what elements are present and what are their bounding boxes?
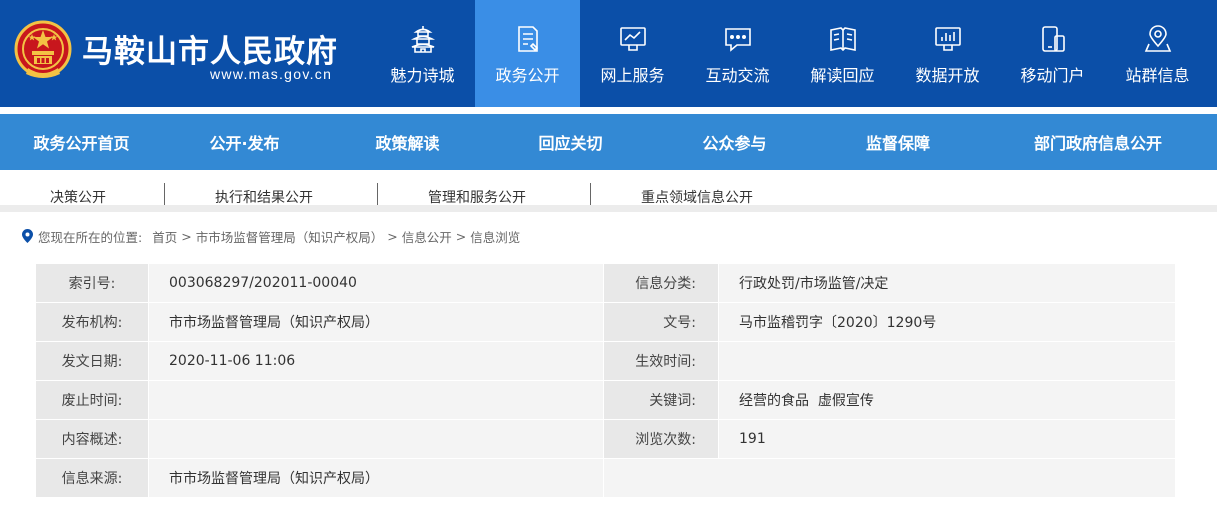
subnav-item-execution[interactable]: 执行和结果公开 (215, 187, 313, 207)
label-keywords: 关键词: (603, 380, 719, 420)
table-row: 内容概述: 浏览次数: 191 (35, 419, 1176, 459)
label-effective-date: 生效时间: (603, 341, 719, 381)
label-publisher: 发布机构: (35, 302, 149, 342)
table-row: 信息来源: 市市场监督管理局（知识产权局） (35, 458, 1176, 498)
breadcrumb-department[interactable]: 市市场监督管理局（知识产权局） (196, 227, 384, 246)
subnav-item-decision[interactable]: 决策公开 (50, 187, 106, 207)
chat-icon (724, 28, 751, 52)
subnav-divider (590, 183, 591, 206)
value-keywords: 经营的食品 虚假宣传 (718, 380, 1176, 420)
top-navigation: 魅力诗城 政务公开 网上服务 互动交流 解读回应 数据开放 移动门户 站群信息 (370, 0, 1210, 107)
secnav-item-response[interactable]: 回应关切 (489, 114, 652, 170)
topnav-label: 互动交流 (705, 66, 770, 85)
secnav-item-home[interactable]: 政务公开首页 (0, 114, 163, 170)
label-source: 信息来源: (35, 458, 149, 498)
breadcrumb-home[interactable]: 首页 (152, 227, 177, 246)
pagoda-icon (410, 26, 435, 53)
topnav-label: 移动门户 (1020, 66, 1085, 85)
value-info-category: 行政处罚/市场监管/决定 (718, 263, 1176, 303)
label-summary: 内容概述: (35, 419, 149, 459)
topnav-item-mobile-portal[interactable]: 移动门户 (1000, 0, 1105, 107)
value-source: 市市场监督管理局（知识产权局） (148, 458, 604, 498)
document-icon (517, 26, 538, 52)
value-issue-date: 2020-11-06 11:06 (148, 341, 604, 381)
topnav-label: 站群信息 (1125, 66, 1190, 85)
location-icon (1144, 25, 1171, 52)
breadcrumb-prefix: 您现在所在的位置: (38, 229, 143, 245)
breadcrumb-info-browse[interactable]: 信息浏览 (470, 227, 520, 246)
breadcrumb-info-open[interactable]: 信息公开 (402, 227, 452, 246)
content-divider (0, 205, 1217, 212)
table-row: 废止时间: 关键词: 经营的食品 虚假宣传 (35, 380, 1176, 420)
label-index-number: 索引号: (35, 263, 149, 303)
secnav-item-department-info[interactable]: 部门政府信息公开 (979, 114, 1217, 170)
topnav-label: 魅力诗城 (390, 66, 455, 85)
label-issue-date: 发文日期: (35, 341, 149, 381)
table-row: 发布机构: 市市场监督管理局（知识产权局） 文号: 马市监稽罚字〔2020〕12… (35, 302, 1176, 342)
topnav-item-interpretation[interactable]: 解读回应 (790, 0, 895, 107)
value-summary (148, 419, 604, 459)
breadcrumb-separator: > (387, 228, 398, 244)
label-document-number: 文号: (603, 302, 719, 342)
national-emblem-icon[interactable] (14, 20, 72, 82)
topnav-label: 网上服务 (600, 66, 665, 85)
breadcrumb-separator: > (455, 228, 467, 244)
topnav-item-charm-city[interactable]: 魅力诗城 (370, 0, 475, 107)
topnav-item-open-data[interactable]: 数据开放 (895, 0, 1000, 107)
value-expiry-date (148, 380, 604, 420)
secnav-item-policy-interpretation[interactable]: 政策解读 (326, 114, 489, 170)
breadcrumb-separator: > (181, 228, 192, 244)
site-header: 马鞍山市人民政府 www.mas.gov.cn 魅力诗城 政务公开 网上服务 互… (0, 0, 1217, 107)
label-expiry-date: 废止时间: (35, 380, 149, 420)
subnav-item-management[interactable]: 管理和服务公开 (428, 187, 526, 207)
topnav-label: 解读回应 (810, 66, 875, 85)
empty-cell (603, 458, 1176, 498)
book-icon (829, 27, 856, 52)
subnav-divider (164, 183, 165, 206)
topnav-item-site-group[interactable]: 站群信息 (1105, 0, 1210, 107)
value-effective-date (718, 341, 1176, 381)
subnav-item-key-areas[interactable]: 重点领域信息公开 (641, 187, 753, 207)
monitor-icon (619, 27, 646, 51)
topnav-label: 数据开放 (915, 66, 980, 85)
site-title[interactable]: 马鞍山市人民政府 (82, 26, 338, 71)
secnav-item-publish[interactable]: 公开·发布 (163, 114, 326, 170)
secnav-item-public-participation[interactable]: 公众参与 (652, 114, 817, 170)
secnav-item-supervision[interactable]: 监督保障 (817, 114, 979, 170)
location-pin-icon (22, 229, 33, 243)
mobile-icon (1041, 26, 1065, 52)
value-view-count: 191 (718, 419, 1176, 459)
breadcrumb: 您现在所在的位置: 首页 > 市市场监督管理局（知识产权局） > 信息公开 > … (22, 227, 520, 245)
subnav-divider (377, 183, 378, 206)
topnav-item-gov-affairs[interactable]: 政务公开 (475, 0, 580, 107)
value-index-number: 003068297/202011-00040 (148, 263, 604, 303)
topnav-item-online-service[interactable]: 网上服务 (580, 0, 685, 107)
site-url[interactable]: www.mas.gov.cn (210, 66, 332, 82)
data-screen-icon (934, 27, 961, 51)
table-row: 发文日期: 2020-11-06 11:06 生效时间: (35, 341, 1176, 381)
topnav-label: 政务公开 (495, 66, 560, 85)
label-info-category: 信息分类: (603, 263, 719, 303)
table-row: 索引号: 003068297/202011-00040 信息分类: 行政处罚/市… (35, 263, 1176, 303)
topnav-item-interaction[interactable]: 互动交流 (685, 0, 790, 107)
value-publisher: 市市场监督管理局（知识产权局） (148, 302, 604, 342)
label-view-count: 浏览次数: (603, 419, 719, 459)
sub-navigation: 决策公开 执行和结果公开 管理和服务公开 重点领域信息公开 (0, 183, 1217, 206)
info-metadata-table: 索引号: 003068297/202011-00040 信息分类: 行政处罚/市… (35, 263, 1176, 498)
value-document-number: 马市监稽罚字〔2020〕1290号 (718, 302, 1176, 342)
secondary-navigation: 政务公开首页 公开·发布 政策解读 回应关切 公众参与 监督保障 部门政府信息公… (0, 114, 1217, 170)
